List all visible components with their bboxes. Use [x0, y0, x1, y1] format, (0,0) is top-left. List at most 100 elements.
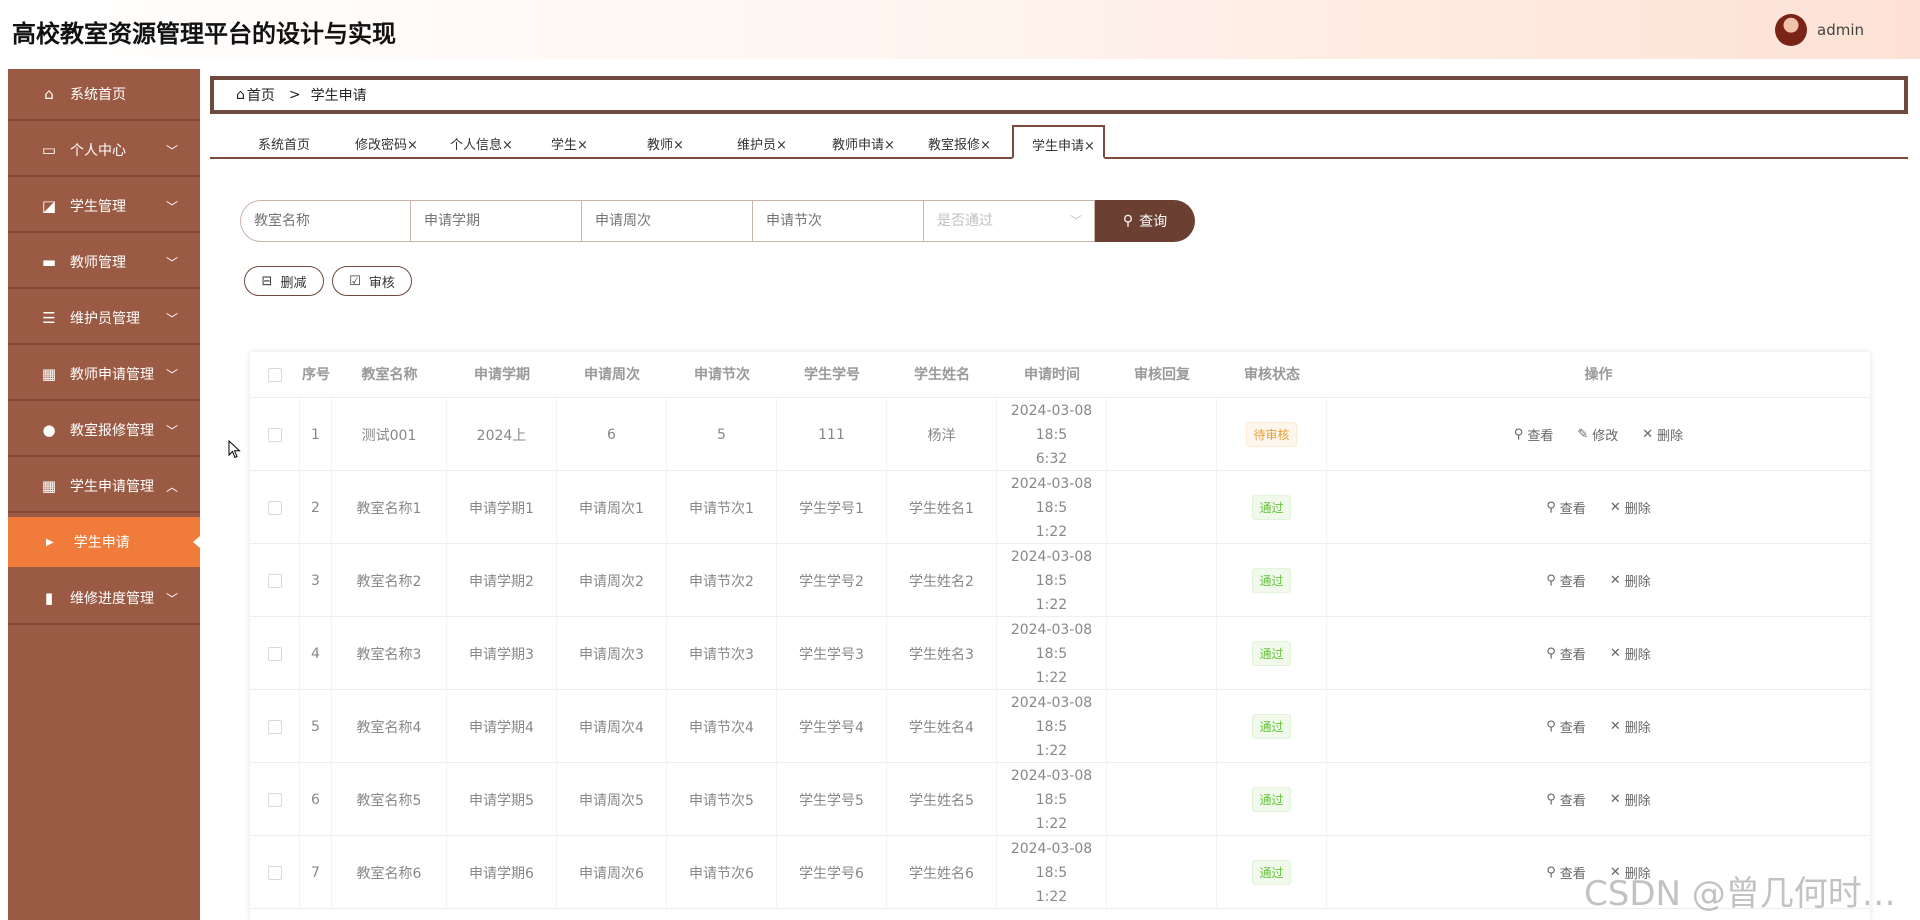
sidebar-item[interactable]: ▦ 学生申请管理 ︿ [8, 461, 200, 511]
sidebar-item[interactable]: ◪ 学生管理 ﹀ [8, 181, 200, 231]
week-input[interactable] [582, 200, 753, 242]
tab-item[interactable]: 教师申请× [832, 134, 895, 153]
tab-item[interactable]: 教师× [647, 134, 684, 153]
cell-term: 申请学期2 [447, 544, 557, 617]
column-header: 序号 [302, 367, 330, 383]
column-header: 操作 [1584, 367, 1613, 383]
sidebar-item[interactable]: ▮ 维修进度管理 ﹀ [8, 573, 200, 623]
breadcrumb-home[interactable]: 首页 [247, 85, 275, 105]
tab-item[interactable]: 学生× [551, 134, 588, 153]
tab-item[interactable]: 系统首页 [258, 134, 310, 153]
checkbox[interactable] [267, 427, 282, 442]
close-icon[interactable]: × [776, 138, 787, 153]
cell-time: 2024-03-08 18:5 1:22 [997, 690, 1107, 763]
minus-square-icon: ⊟ [261, 273, 273, 289]
tab-item[interactable]: 修改密码× [355, 134, 418, 153]
header-select-all[interactable] [250, 352, 300, 398]
delete-button[interactable]: ✕ 删除 [1610, 644, 1651, 663]
column-header: 审核回复 [1134, 367, 1190, 383]
time-line-1: 2024-03-08 18:5 [1010, 402, 1093, 443]
close-icon[interactable]: × [980, 138, 991, 153]
tab-item[interactable]: 学生申请× [1012, 125, 1105, 159]
checkbox[interactable] [267, 865, 282, 880]
edit-button[interactable]: ✎ 修改 [1577, 425, 1618, 444]
view-button[interactable]: ⚲ 查看 [1546, 644, 1586, 663]
delete-button[interactable]: ✕ 删除 [1610, 790, 1651, 809]
sidebar-subitem-student-apply[interactable]: ▶ 学生申请 [8, 517, 200, 567]
approved-select[interactable]: 是否通过 ﹀ [924, 200, 1095, 242]
cell-actions: ⚲ 查看 ✕ 删除 [1327, 471, 1870, 544]
delete-selected-button[interactable]: ⊟ 删减 [244, 266, 324, 296]
time-line-1: 2024-03-08 18:5 [1010, 475, 1093, 516]
cell-term: 申请学期4 [447, 690, 557, 763]
close-icon[interactable]: × [1084, 139, 1095, 154]
close-icon[interactable]: × [577, 138, 588, 153]
cell-time: 2024-03-08 18:5 1:22 [997, 544, 1107, 617]
checkbox[interactable] [267, 719, 282, 734]
time-line-1: 2024-03-08 18:5 [1010, 694, 1093, 735]
view-button[interactable]: ⚲ 查看 [1546, 571, 1586, 590]
tab-item[interactable]: 教室报修× [928, 134, 991, 153]
view-button[interactable]: ⚲ 查看 [1546, 863, 1586, 882]
cell-sname: 学生姓名4 [887, 690, 997, 763]
time-line-1: 2024-03-08 18:5 [1010, 621, 1093, 662]
sidebar-item-label: 个人中心 [70, 143, 126, 159]
sidebar-item[interactable]: ☰ 维护员管理 ﹀ [8, 293, 200, 343]
view-button[interactable]: ⚲ 查看 [1546, 790, 1586, 809]
sidebar-item[interactable]: ⌂ 系统首页 [8, 69, 200, 119]
close-icon[interactable]: × [884, 138, 895, 153]
checkbox[interactable] [267, 646, 282, 661]
view-button[interactable]: ⚲ 查看 [1546, 498, 1586, 517]
delete-button[interactable]: ✕ 删除 [1610, 571, 1651, 590]
delete-button[interactable]: ✕ 删除 [1642, 425, 1683, 444]
row-select[interactable] [250, 617, 300, 690]
row-select[interactable] [250, 690, 300, 763]
sidebar-item[interactable]: ▬ 教师管理 ﹀ [8, 237, 200, 287]
cell-week: 申请周次2 [557, 544, 667, 617]
delete-button[interactable]: ✕ 删除 [1610, 717, 1651, 736]
column-header: 申请周次 [584, 367, 640, 383]
cell-sid: 学生学号3 [777, 617, 887, 690]
checkbox[interactable] [267, 500, 282, 515]
row-select[interactable] [250, 544, 300, 617]
view-button-label: 查看 [1559, 648, 1586, 663]
view-button[interactable]: ⚲ 查看 [1546, 717, 1586, 736]
row-select[interactable] [250, 763, 300, 836]
search-button[interactable]: ⚲ 查询 [1095, 200, 1195, 242]
cell-sname: 学生姓名1 [887, 471, 997, 544]
chevron-down-icon: ﹀ [1069, 214, 1082, 228]
close-icon[interactable]: × [407, 138, 418, 153]
room-name-input[interactable] [240, 200, 411, 242]
tab-item[interactable]: 维护员× [737, 134, 787, 153]
view-button[interactable]: ⚲ 查看 [1514, 425, 1554, 444]
avatar[interactable] [1775, 14, 1807, 46]
review-button[interactable]: ☑ 审核 [332, 266, 412, 296]
sidebar-item[interactable]: ▦ 教师申请管理 ﹀ [8, 349, 200, 399]
checkbox[interactable] [267, 573, 282, 588]
tab-label: 修改密码 [355, 138, 408, 153]
checkbox[interactable] [268, 368, 282, 382]
tab-item[interactable]: 个人信息× [450, 134, 513, 153]
sidebar-item[interactable]: ● 教室报修管理 ﹀ [8, 405, 200, 455]
delete-button-label: 删除 [1624, 794, 1651, 809]
row-select[interactable] [250, 836, 300, 909]
time-line-2: 1:22 [1035, 523, 1068, 540]
cell-term: 申请学期6 [447, 836, 557, 909]
sidebar-item-label: 维护员管理 [70, 311, 140, 327]
period-input[interactable] [753, 200, 924, 242]
row-select[interactable] [250, 471, 300, 544]
row-select[interactable] [250, 398, 300, 471]
cell-week: 申请周次6 [557, 836, 667, 909]
cell-time: 2024-03-08 18:5 1:22 [997, 763, 1107, 836]
search-icon: ⚲ [1546, 719, 1556, 734]
close-icon[interactable]: × [502, 138, 513, 153]
cell-period: 申请节次5 [667, 763, 777, 836]
user-menu[interactable]: admin [1775, 14, 1864, 46]
cell-status: 通过 [1217, 617, 1327, 690]
sidebar-item[interactable]: ▭ 个人中心 ﹀ [8, 125, 200, 175]
delete-button[interactable]: ✕ 删除 [1610, 498, 1651, 517]
checkbox[interactable] [267, 792, 282, 807]
term-input[interactable] [411, 200, 582, 242]
home-icon[interactable]: ⌂ [236, 87, 245, 103]
close-icon[interactable]: × [673, 138, 684, 153]
